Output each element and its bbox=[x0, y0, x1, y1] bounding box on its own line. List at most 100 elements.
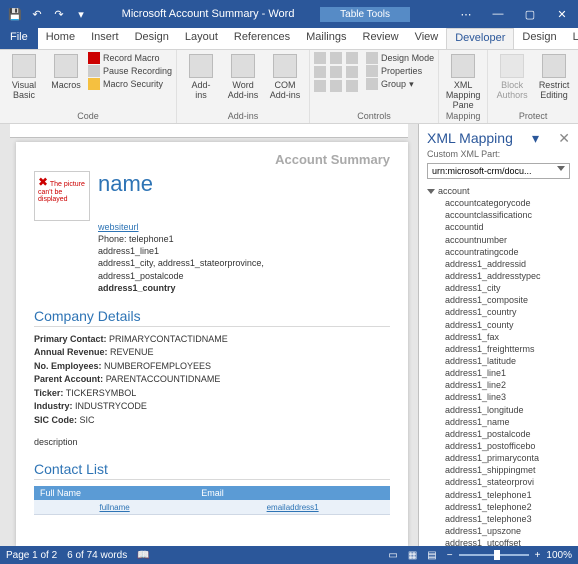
datepicker-control-icon[interactable] bbox=[314, 80, 326, 92]
addins-button[interactable]: Add- ins bbox=[181, 52, 221, 100]
tab-insert[interactable]: Insert bbox=[83, 28, 127, 49]
name-field[interactable]: name bbox=[98, 171, 153, 221]
zoom-level[interactable]: 100% bbox=[546, 550, 572, 561]
tree-node[interactable]: address1_line3 bbox=[445, 391, 574, 403]
xml-tree[interactable]: account accountcategorycodeaccountclassi… bbox=[419, 183, 578, 546]
tree-root[interactable]: account bbox=[427, 185, 574, 197]
spellcheck-icon[interactable]: 📖 bbox=[137, 550, 149, 561]
status-page[interactable]: Page 1 of 2 bbox=[6, 550, 57, 561]
zoom-slider[interactable] bbox=[459, 554, 529, 556]
phone-field[interactable]: telephone1 bbox=[129, 234, 174, 244]
tab-view[interactable]: View bbox=[407, 28, 447, 49]
redo-icon[interactable]: ↷ bbox=[50, 5, 68, 23]
zoom-out-icon[interactable]: − bbox=[447, 550, 453, 561]
tree-node[interactable]: accountnumber bbox=[445, 234, 574, 246]
undo-icon[interactable]: ↶ bbox=[28, 5, 46, 23]
view-print-icon[interactable]: ▦ bbox=[408, 550, 417, 561]
pane-close-icon[interactable]: ✕ bbox=[558, 130, 570, 147]
xml-part-dropdown[interactable]: urn:microsoft-crm/docu... bbox=[427, 163, 570, 179]
tree-node[interactable]: address1_latitude bbox=[445, 355, 574, 367]
horizontal-ruler[interactable] bbox=[10, 124, 408, 138]
tab-home[interactable]: Home bbox=[38, 28, 83, 49]
fullname-field[interactable]: fullname bbox=[99, 503, 129, 512]
tree-node[interactable]: address1_composite bbox=[445, 294, 574, 306]
tab-review[interactable]: Review bbox=[355, 28, 407, 49]
file-tab[interactable]: File bbox=[0, 28, 38, 49]
addr-city-state[interactable]: address1_city, address1_stateorprovince, bbox=[98, 257, 390, 269]
xml-mapping-pane-button[interactable]: XML Mapping Pane bbox=[443, 52, 483, 110]
com-addins-button[interactable]: COM Add-ins bbox=[265, 52, 305, 100]
ribbon-options-icon[interactable]: ⋯ bbox=[450, 0, 482, 28]
tree-node[interactable]: address1_fax bbox=[445, 331, 574, 343]
document-area[interactable]: Account Summary ✖ The picture can't be d… bbox=[0, 124, 418, 546]
tab-layout[interactable]: Layout bbox=[177, 28, 226, 49]
macro-security-button[interactable]: Macro Security bbox=[88, 78, 172, 90]
tree-node[interactable]: address1_name bbox=[445, 416, 574, 428]
tab-table-layout[interactable]: Layout bbox=[565, 28, 578, 49]
tree-node[interactable]: address1_line2 bbox=[445, 379, 574, 391]
addr-country[interactable]: address1_country bbox=[98, 282, 390, 294]
tab-references[interactable]: References bbox=[226, 28, 298, 49]
block-authors-button[interactable]: Block Authors bbox=[492, 52, 532, 100]
zoom-control[interactable]: − + 100% bbox=[447, 550, 572, 561]
document-page[interactable]: Account Summary ✖ The picture can't be d… bbox=[16, 142, 408, 546]
checkbox-control-icon[interactable] bbox=[314, 66, 326, 78]
tree-node[interactable]: address1_longitude bbox=[445, 404, 574, 416]
minimize-icon[interactable]: — bbox=[482, 0, 514, 28]
combobox-control-icon[interactable] bbox=[330, 66, 342, 78]
tab-design[interactable]: Design bbox=[127, 28, 177, 49]
description-field[interactable]: description bbox=[34, 437, 390, 447]
restrict-editing-button[interactable]: Restrict Editing bbox=[534, 52, 574, 100]
tree-node[interactable]: address1_city bbox=[445, 282, 574, 294]
maximize-icon[interactable]: ▢ bbox=[514, 0, 546, 28]
tree-node[interactable]: address1_telephone1 bbox=[445, 489, 574, 501]
tree-node[interactable]: address1_telephone2 bbox=[445, 501, 574, 513]
visual-basic-button[interactable]: Visual Basic bbox=[4, 52, 44, 100]
plaintext-control-icon[interactable] bbox=[330, 52, 342, 64]
save-icon[interactable]: 💾 bbox=[6, 5, 24, 23]
website-field[interactable]: websiteurl bbox=[98, 221, 390, 233]
legacy-control-icon[interactable] bbox=[346, 80, 358, 92]
tab-mailings[interactable]: Mailings bbox=[298, 28, 354, 49]
tree-node[interactable]: address1_upszone bbox=[445, 525, 574, 537]
tree-node[interactable]: address1_shippingmet bbox=[445, 464, 574, 476]
view-web-icon[interactable]: ▤ bbox=[427, 550, 436, 561]
word-addins-button[interactable]: Word Add-ins bbox=[223, 52, 263, 100]
tree-node[interactable]: accountratingcode bbox=[445, 246, 574, 258]
tree-node[interactable]: accountid bbox=[445, 221, 574, 233]
record-macro-button[interactable]: Record Macro bbox=[88, 52, 172, 64]
tree-node[interactable]: accountcategorycode bbox=[445, 197, 574, 209]
picture-control-icon[interactable] bbox=[346, 52, 358, 64]
status-words[interactable]: 6 of 74 words bbox=[67, 550, 127, 561]
tree-node[interactable]: address1_addressid bbox=[445, 258, 574, 270]
macros-button[interactable]: Macros bbox=[46, 52, 86, 90]
view-read-icon[interactable]: ▭ bbox=[388, 550, 397, 561]
dropdown-control-icon[interactable] bbox=[346, 66, 358, 78]
close-icon[interactable]: ✕ bbox=[546, 0, 578, 28]
tree-node[interactable]: address1_telephone3 bbox=[445, 513, 574, 525]
group-button[interactable]: Group ▾ bbox=[366, 78, 434, 90]
tab-table-design[interactable]: Design bbox=[514, 28, 564, 49]
email-field[interactable]: emailaddress1 bbox=[267, 503, 319, 512]
tree-node[interactable]: address1_postofficebo bbox=[445, 440, 574, 452]
tree-node[interactable]: address1_utcoffset bbox=[445, 537, 574, 546]
tree-node[interactable]: address1_county bbox=[445, 319, 574, 331]
tree-node[interactable]: address1_postalcode bbox=[445, 428, 574, 440]
tree-node[interactable]: accountclassificationc bbox=[445, 209, 574, 221]
tree-node[interactable]: address1_country bbox=[445, 306, 574, 318]
qat-dropdown-icon[interactable]: ▾ bbox=[72, 5, 90, 23]
tree-node[interactable]: address1_freightterms bbox=[445, 343, 574, 355]
properties-button[interactable]: Properties bbox=[366, 65, 434, 77]
addr-postal[interactable]: address1_postalcode bbox=[98, 270, 390, 282]
zoom-in-icon[interactable]: + bbox=[535, 550, 541, 561]
tree-node[interactable]: address1_line1 bbox=[445, 367, 574, 379]
repeating-control-icon[interactable] bbox=[330, 80, 342, 92]
tree-node[interactable]: address1_addresstypec bbox=[445, 270, 574, 282]
design-mode-button[interactable]: Design Mode bbox=[366, 52, 434, 64]
table-row[interactable]: fullname emailaddress1 bbox=[34, 500, 390, 515]
addr-line1[interactable]: address1_line1 bbox=[98, 245, 390, 257]
expand-icon[interactable] bbox=[427, 189, 435, 194]
tab-developer[interactable]: Developer bbox=[446, 28, 514, 49]
pane-dropdown-icon[interactable]: ▾ bbox=[532, 130, 539, 147]
richtext-control-icon[interactable] bbox=[314, 52, 326, 64]
